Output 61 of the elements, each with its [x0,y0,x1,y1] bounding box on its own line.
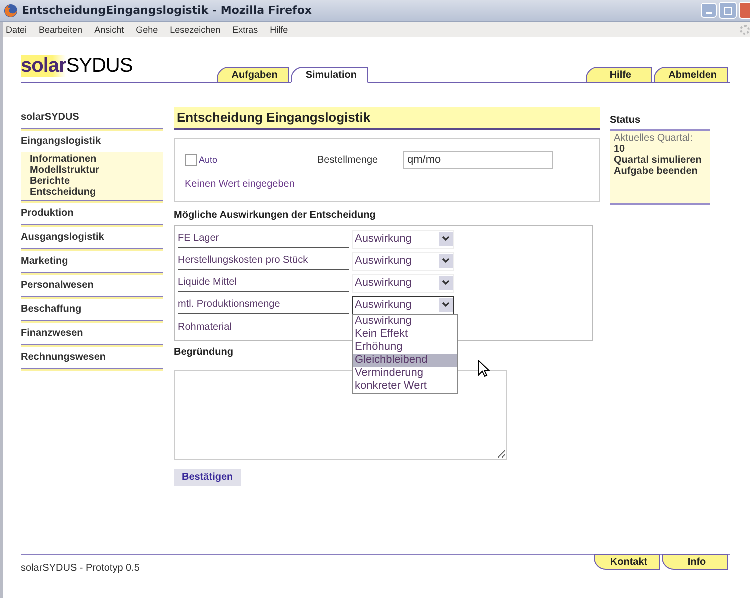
order-quantity-field[interactable]: qm/mo [402,151,553,169]
status-action[interactable]: Aufgabe beenden [614,166,706,177]
effect-label: Rohmaterial [178,320,233,334]
cursor-icon [478,360,490,378]
dropdown-option[interactable]: Verminderung [353,367,457,380]
status-action[interactable]: Quartal simulieren [614,155,706,166]
confirm-button[interactable]: Bestätigen [174,469,242,486]
maximize-button[interactable] [719,2,737,19]
quarter-label: Aktuelles Quartal: [614,133,694,144]
nav-tab[interactable]: Aufgaben [216,67,289,83]
field-label: Begründung [174,347,234,358]
submenu-item[interactable]: Entscheidung [30,187,154,198]
dropdown-option[interactable]: konkreter Wert [353,380,457,393]
dropdown-option[interactable]: Gleichbleibend [353,354,457,367]
checkbox-label: Auto [199,155,218,165]
field-label: Bestellmenge [318,154,380,166]
menu-item[interactable]: Gehe [136,24,158,34]
sidebar-item[interactable]: Marketing [21,251,163,272]
nav-tab[interactable]: Simulation [290,67,368,83]
sidebar-title: solarSYDUS [21,111,80,125]
auto-checkbox[interactable] [185,154,197,166]
sidebar-item[interactable]: Produktion [21,203,163,224]
effect-select[interactable]: Auswirkung [352,252,454,270]
page-heading: Entscheidung Eingangslogistik [174,107,600,130]
section-heading: Mögliche Auswirkungen der Entscheidung [174,210,377,221]
footer-link[interactable]: Kontakt [594,554,660,570]
sidebar-item[interactable]: Beschaffung [21,299,163,320]
dropdown-option[interactable]: Auswirkung [353,315,457,328]
window-title: EntscheidungEingangslogistik - Mozilla Firefox [22,4,313,17]
menu-item[interactable]: Bearbeiten [39,24,83,34]
minimize-button[interactable] [701,3,717,18]
effect-label: FE Lager [178,230,349,248]
header-link[interactable]: Abmelden [654,67,728,83]
sidebar-item[interactable]: Personalwesen [21,275,163,296]
reason-field[interactable] [174,370,507,460]
close-button[interactable] [739,2,750,19]
submenu-item[interactable]: Modellstruktur [30,165,154,176]
menu-item[interactable]: Datei [6,24,28,34]
menu-item[interactable]: Lesezeichen [170,24,221,34]
effect-select[interactable]: Auswirkung [352,230,454,248]
effect-label: Herstellungskosten pro Stück [178,252,349,270]
validation-message: Keinen Wert eingegeben [185,179,296,190]
submenu-item[interactable]: Informationen [30,154,154,165]
quarter-value: 10 [614,144,626,155]
sidebar-item[interactable]: Eingangslogistik [21,131,163,152]
menu-item[interactable]: Extras [232,24,258,34]
footer-text: solarSYDUS - Prototyp 0.5 [21,563,140,574]
menu-item[interactable]: Ansicht [94,24,124,34]
sidebar-item[interactable]: Finanzwesen [21,323,163,344]
effect-label: mtl. Produktionsmenge [178,296,349,314]
effect-label: Liquide Mittel [178,274,349,292]
firefox-icon [4,4,18,18]
dropdown-option[interactable]: Erhöhung [353,341,457,354]
menu-item[interactable]: Hilfe [270,24,288,34]
footer-link[interactable]: Info [662,554,728,570]
dropdown-option[interactable]: Kein Effekt [353,328,457,341]
submenu-item[interactable]: Berichte [30,176,154,187]
header-link[interactable]: Hilfe [586,67,652,83]
sidebar-item[interactable]: Rechnungswesen [21,347,163,368]
effect-select[interactable]: Auswirkung [352,274,454,292]
sidebar-item[interactable]: Ausgangslogistik [21,227,163,248]
